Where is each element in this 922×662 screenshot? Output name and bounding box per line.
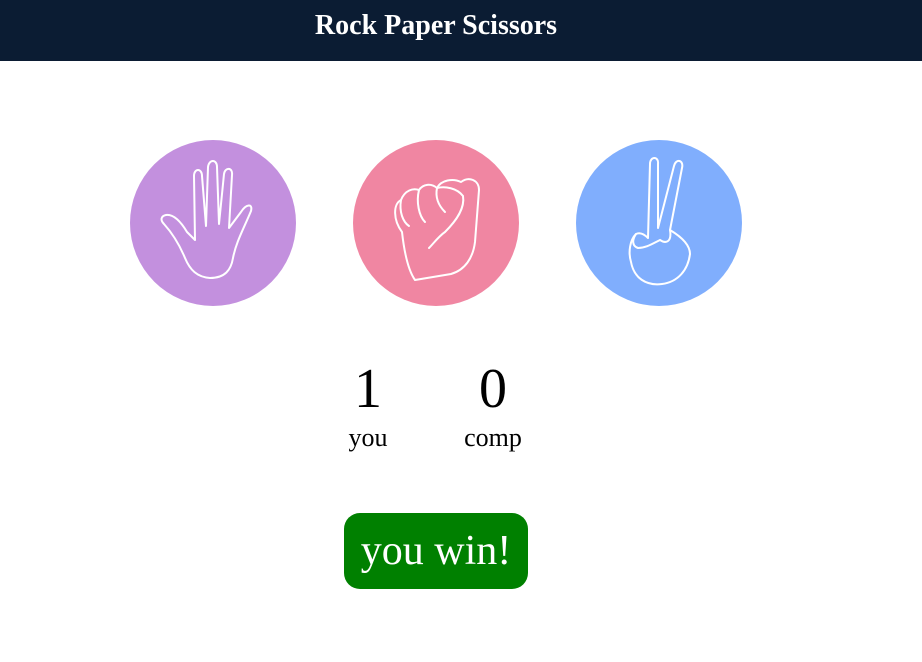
paper-button[interactable]	[130, 140, 296, 306]
app-header: Rock Paper Scissors	[0, 0, 922, 61]
rock-button[interactable]	[353, 140, 519, 306]
fist-icon	[394, 178, 480, 281]
open-hand-icon	[160, 160, 253, 279]
user-score-label: you	[348, 423, 388, 452]
peace-hand-icon	[628, 157, 691, 286]
user-score-value: 1	[354, 358, 382, 420]
scissors-button[interactable]	[576, 140, 742, 306]
result-badge: you win!	[344, 513, 528, 589]
computer-score-label: comp	[464, 423, 522, 452]
app-title: Rock Paper Scissors	[314, 10, 558, 41]
computer-score-value: 0	[479, 358, 507, 420]
